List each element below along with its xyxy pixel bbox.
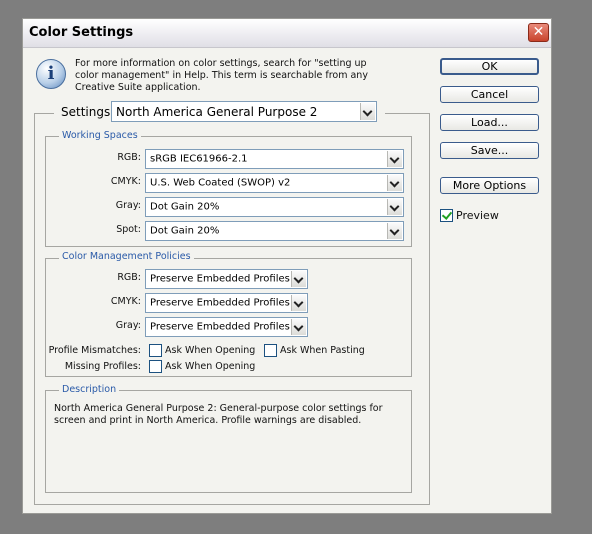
chevron-down-icon[interactable] (291, 271, 306, 287)
chevron-down-icon[interactable] (291, 319, 306, 335)
ask-when-pasting-checkbox[interactable] (264, 344, 277, 357)
chevron-down-icon[interactable] (387, 175, 402, 191)
settings-group-border (385, 113, 430, 114)
more-options-button[interactable]: More Options (440, 177, 539, 194)
color-settings-dialog: Color Settings ✕ i For more information … (22, 18, 552, 514)
description-text: North America General Purpose 2: General… (54, 403, 383, 426)
chevron-down-icon[interactable] (387, 199, 402, 215)
ws-cmyk-value: U.S. Web Coated (SWOP) v2 (150, 177, 291, 189)
close-button[interactable]: ✕ (528, 23, 549, 42)
ask-when-opening-label[interactable]: Ask When Opening (165, 345, 255, 356)
ws-cmyk-label: CMYK: (110, 176, 141, 187)
missing-profiles-label: Missing Profiles: (64, 361, 141, 372)
policies-legend: Color Management Policies (59, 251, 194, 262)
missing-ask-when-opening-label[interactable]: Ask When Opening (165, 361, 255, 372)
settings-select-value: North America General Purpose 2 (116, 104, 318, 119)
profile-mismatches-label: Profile Mismatches: (48, 345, 141, 356)
ws-rgb-select[interactable]: sRGB IEC61966-2.1 (145, 149, 404, 169)
chevron-down-icon[interactable] (387, 151, 402, 167)
chevron-down-icon[interactable] (291, 295, 306, 311)
ws-rgb-value: sRGB IEC61966-2.1 (150, 153, 248, 165)
ok-button[interactable]: OK (440, 58, 539, 75)
title-bar: Color Settings ✕ (23, 19, 551, 48)
ws-gray-value: Dot Gain 20% (150, 201, 220, 213)
ws-gray-label: Gray: (115, 200, 141, 211)
ws-rgb-label: RGB: (117, 152, 141, 163)
dialog-title: Color Settings (29, 25, 134, 40)
cmp-gray-value: Preserve Embedded Profiles (150, 321, 290, 333)
info-icon: i (36, 59, 66, 89)
working-spaces-legend: Working Spaces (59, 130, 141, 141)
info-text: For more information on color settings, … (75, 58, 368, 93)
cmp-cmyk-value: Preserve Embedded Profiles (150, 297, 290, 309)
load-button[interactable]: Load... (440, 114, 539, 131)
cmp-rgb-label: RGB: (117, 272, 141, 283)
ask-when-pasting-label[interactable]: Ask When Pasting (280, 345, 365, 356)
cmp-cmyk-select[interactable]: Preserve Embedded Profiles (145, 293, 308, 313)
missing-ask-when-opening-checkbox[interactable] (149, 360, 162, 373)
description-legend: Description (59, 384, 120, 395)
preview-checkbox[interactable] (440, 209, 453, 222)
cmp-gray-label: Gray: (115, 320, 141, 331)
ws-spot-select[interactable]: Dot Gain 20% (145, 221, 404, 241)
cmp-rgb-select[interactable]: Preserve Embedded Profiles (145, 269, 308, 289)
ask-when-opening-checkbox[interactable] (149, 344, 162, 357)
ws-cmyk-select[interactable]: U.S. Web Coated (SWOP) v2 (145, 173, 404, 193)
cmp-gray-select[interactable]: Preserve Embedded Profiles (145, 317, 308, 337)
chevron-down-icon[interactable] (387, 223, 402, 239)
ws-spot-label: Spot: (116, 224, 141, 235)
cancel-button[interactable]: Cancel (440, 86, 539, 103)
chevron-down-icon[interactable] (360, 103, 375, 120)
cmp-cmyk-label: CMYK: (110, 296, 141, 307)
ws-spot-value: Dot Gain 20% (150, 225, 220, 237)
preview-label[interactable]: Preview (456, 209, 499, 222)
cmp-rgb-value: Preserve Embedded Profiles (150, 273, 290, 285)
save-button[interactable]: Save... (440, 142, 539, 159)
settings-label: Settings: (59, 105, 117, 119)
settings-select[interactable]: North America General Purpose 2 (111, 101, 377, 122)
ws-gray-select[interactable]: Dot Gain 20% (145, 197, 404, 217)
